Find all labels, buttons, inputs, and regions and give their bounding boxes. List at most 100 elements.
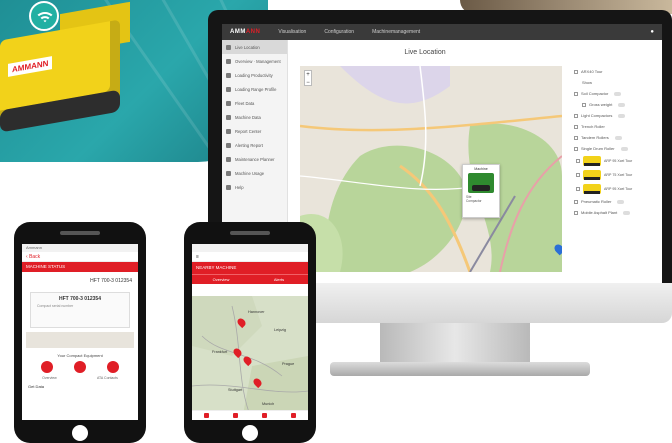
checkbox[interactable] — [582, 102, 586, 107]
wrench-icon — [226, 156, 231, 162]
popup-title: Machine — [474, 167, 488, 171]
report-icon — [226, 128, 231, 134]
get-data-link[interactable]: Get Data — [22, 380, 138, 393]
stats-button[interactable] — [73, 361, 86, 373]
contacts-button[interactable] — [107, 361, 120, 373]
machine-list-item[interactable]: ARP 75 Xcel Tour — [568, 168, 662, 182]
section-header: MACHINE STATUS — [22, 262, 138, 272]
machine-icon — [226, 114, 231, 120]
paver-thumbnail — [583, 156, 601, 166]
page-title: Live Location — [288, 40, 562, 66]
equipment-heading: Your Compact Equipment — [57, 353, 103, 358]
toggle[interactable] — [614, 91, 622, 96]
filter-row[interactable]: Trench Roller — [568, 121, 662, 132]
home-button[interactable] — [72, 425, 88, 441]
filter-row[interactable]: Light Compactors — [568, 110, 662, 121]
zoom-in-button[interactable]: + — [305, 71, 311, 79]
filter-row[interactable]: ARX40 Tour — [568, 66, 662, 77]
phone2-screen: ≡ NEARBY MACHINE Overview Alerts Hannove… — [192, 244, 308, 420]
toggle[interactable] — [620, 146, 628, 151]
sidebar-item-loading-productivity[interactable]: Loading Productivity — [222, 68, 287, 82]
tab-overview[interactable]: Overview — [192, 275, 250, 284]
app-logo[interactable]: AMMANN — [230, 29, 260, 35]
machine-list-item[interactable]: ARP 95 Xcel Tour — [568, 182, 662, 196]
filter-row[interactable]: Show — [568, 77, 662, 88]
map-terrain — [300, 66, 562, 272]
nav-map-icon[interactable] — [262, 413, 267, 418]
contacts-label: ATA Contacts — [96, 376, 118, 380]
overview-button[interactable] — [40, 361, 53, 373]
filter-panel: ARX40 Tour Show Soil Compactor Gross wei… — [568, 66, 662, 286]
checkbox[interactable] — [576, 173, 580, 177]
home-button[interactable] — [242, 425, 258, 441]
sidebar-item-overview[interactable]: Overview · Management — [222, 54, 287, 68]
checkbox[interactable] — [576, 187, 580, 191]
toggle[interactable] — [617, 199, 625, 204]
machine-card-id: HFT 700-3 012354 — [59, 296, 101, 302]
bottom-nav — [192, 410, 308, 420]
sidebar-item-machine-data[interactable]: Machine Data — [222, 110, 287, 124]
checkbox[interactable] — [574, 146, 578, 151]
usage-icon — [226, 170, 231, 176]
zoom-out-button[interactable]: − — [305, 79, 311, 87]
mini-map[interactable] — [26, 332, 134, 348]
machine-popup[interactable]: Machine Site Compactor — [462, 164, 500, 218]
range-icon — [226, 86, 231, 92]
filter-row[interactable]: Soil Compactor — [568, 88, 662, 99]
toggle[interactable] — [614, 135, 622, 140]
back-button[interactable]: ‹ Back — [22, 252, 138, 262]
sidebar-item-help[interactable]: Help — [222, 180, 287, 194]
sidebar-item-report-center[interactable]: Report Center — [222, 124, 287, 138]
sidebar-item-maintenance[interactable]: Maintenance Planner — [222, 152, 287, 166]
nav-home-icon[interactable] — [204, 413, 209, 418]
filter-row[interactable]: Pneumatic Roller — [568, 196, 662, 207]
nav-visualisation[interactable]: Visualisation — [278, 29, 306, 35]
overview-label: Overview — [42, 376, 57, 380]
checkbox[interactable] — [574, 113, 578, 118]
filter-row[interactable]: Tandem Rollers — [568, 132, 662, 143]
toggle[interactable] — [618, 102, 626, 107]
map-city-label: Stuttgart — [228, 388, 243, 392]
filter-row[interactable]: Gross weight — [568, 99, 662, 110]
popup-line-type: Compactor — [466, 199, 482, 203]
tab-alerts[interactable]: Alerts — [250, 275, 308, 284]
checkbox[interactable] — [574, 210, 578, 215]
paver-thumbnail — [583, 184, 601, 194]
machine-card[interactable]: HFT 700-3 012354 Compact serial number — [30, 292, 130, 328]
user-menu-icon[interactable]: ● — [650, 29, 654, 35]
nav-machinemanagement[interactable]: Machinemanagement — [372, 29, 420, 35]
wifi-icon — [29, 1, 59, 31]
filter-row[interactable]: Mobile Asphalt Plant — [568, 207, 662, 218]
stage: AMMANN AMMANN Visualisation Configuratio… — [0, 0, 672, 443]
nav-settings-icon[interactable] — [291, 413, 296, 418]
toggle[interactable] — [623, 210, 631, 215]
section-header: NEARBY MACHINE — [192, 262, 308, 274]
sidebar-item-machine-usage[interactable]: Machine Usage — [222, 166, 287, 180]
help-icon — [226, 184, 231, 190]
checkbox[interactable] — [574, 135, 578, 140]
nav-list-icon[interactable] — [233, 413, 238, 418]
machine-list-item[interactable]: ARP 95 Xcel Tour — [568, 154, 662, 168]
nearby-map[interactable]: Hannover Leipzig Frankfurt Stuttgart Mun… — [192, 296, 308, 420]
checkbox[interactable] — [576, 159, 580, 163]
phone2-status-bar — [192, 244, 308, 252]
paver-thumbnail — [583, 170, 601, 180]
sidebar-item-fleet-data[interactable]: Fleet Data — [222, 96, 287, 110]
sidebar-item-alerting[interactable]: Alerting Report — [222, 138, 287, 152]
machine-serial: HFT 700-3 012354 — [90, 278, 132, 284]
sidebar-item-loading-range[interactable]: Loading Range Profile — [222, 82, 287, 96]
checkbox[interactable] — [574, 69, 578, 74]
toggle[interactable] — [618, 113, 626, 118]
map-city-label: Prague — [282, 362, 295, 366]
map-zoom-control[interactable]: + − — [304, 70, 312, 86]
live-location-map[interactable]: + − Machine Site Compactor — [300, 66, 562, 272]
menu-icon[interactable]: ≡ — [192, 252, 308, 262]
alert-icon — [226, 142, 231, 148]
filter-row[interactable]: Single Drum Roller — [568, 143, 662, 154]
sidebar-item-live-location[interactable]: Live Location — [222, 40, 287, 54]
checkbox[interactable] — [574, 124, 578, 129]
checkbox[interactable] — [574, 91, 578, 96]
app-topbar: AMMANN Visualisation Configuration Machi… — [222, 24, 662, 40]
nav-configuration[interactable]: Configuration — [324, 29, 354, 35]
checkbox[interactable] — [574, 199, 578, 204]
